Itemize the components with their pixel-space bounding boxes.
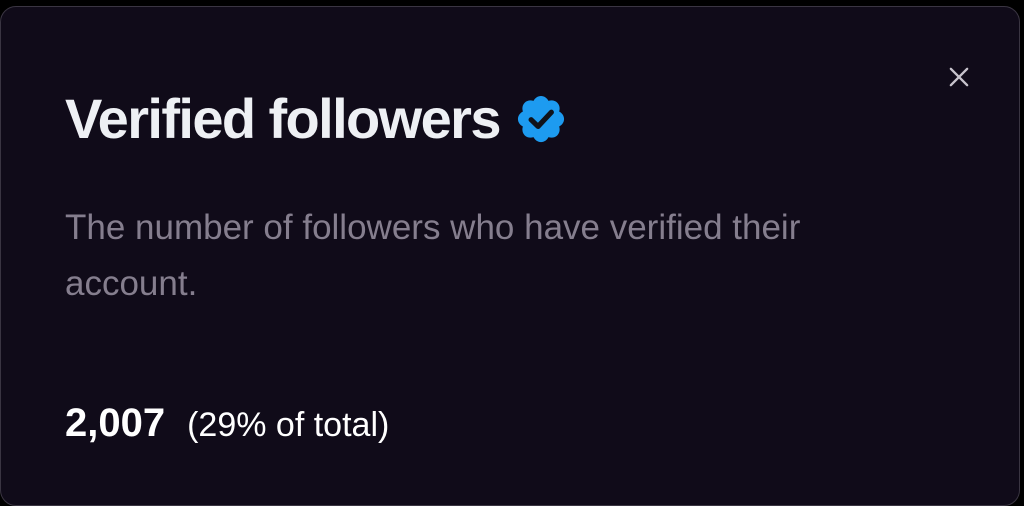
verified-badge-icon xyxy=(517,95,564,143)
verified-followers-count: 2,007 xyxy=(65,401,166,445)
dialog-header: Verified followers xyxy=(65,83,568,155)
verified-followers-percent: (29% of total) xyxy=(187,406,390,444)
verified-followers-dialog: Verified followers The number of followe… xyxy=(0,6,1020,506)
close-icon xyxy=(949,67,969,87)
close-button[interactable] xyxy=(935,53,983,101)
verified-followers-stats: 2,007 (29% of total) xyxy=(65,395,389,453)
dialog-description: The number of followers who have verifie… xyxy=(65,208,801,303)
page-background: Verified followers The number of followe… xyxy=(0,0,1024,506)
dialog-title: Verified followers xyxy=(65,87,502,150)
